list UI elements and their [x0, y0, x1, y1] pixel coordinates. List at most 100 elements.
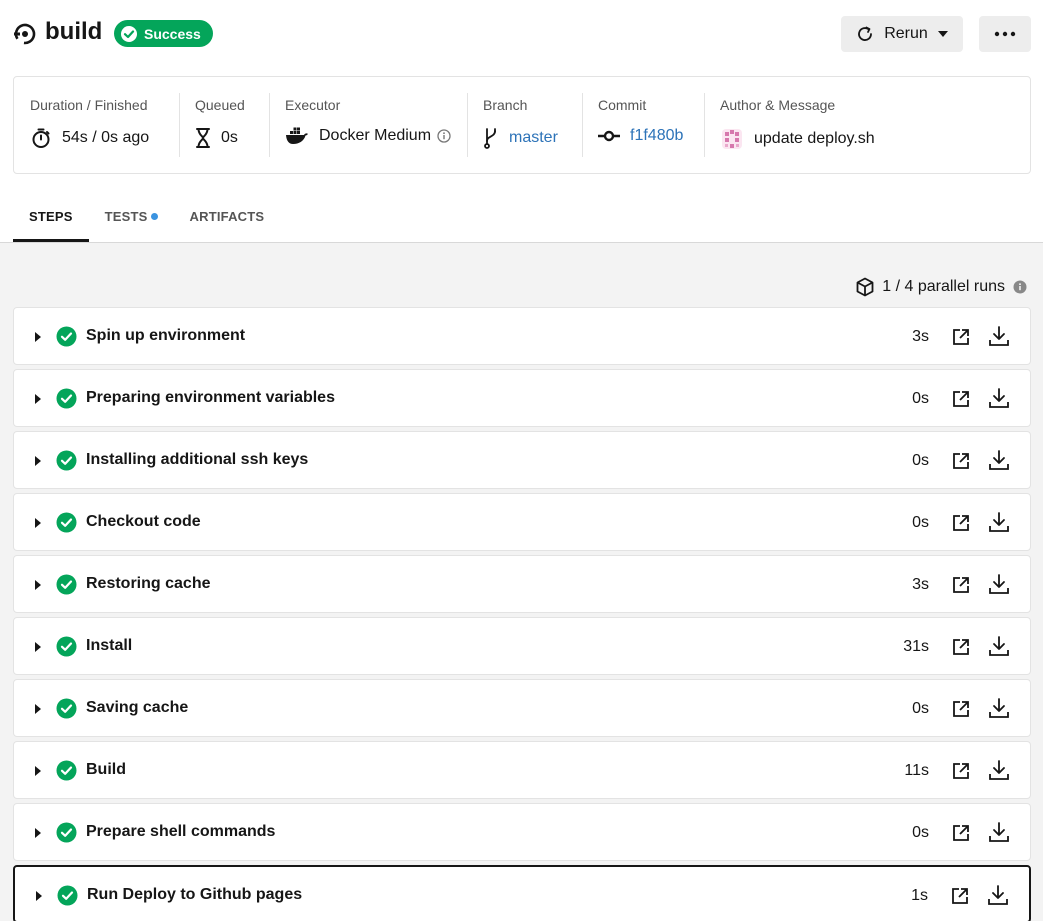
step-name: Install: [86, 637, 133, 654]
external-link-icon[interactable]: [951, 389, 971, 409]
page-title: build: [45, 18, 103, 45]
step-row[interactable]: Installing additional ssh keys 0s: [13, 431, 1031, 489]
external-link-icon[interactable]: [951, 327, 971, 347]
step-name: Saving cache: [86, 699, 189, 716]
executor-label: Executor: [285, 97, 341, 113]
info-icon[interactable]: [437, 129, 451, 143]
more-actions-button[interactable]: [979, 16, 1031, 52]
step-row[interactable]: Prepare shell commands 0s: [13, 803, 1031, 861]
external-link-icon[interactable]: [951, 637, 971, 657]
check-circle-icon: [121, 25, 137, 42]
queued-value: 0s: [195, 127, 253, 149]
external-link-icon[interactable]: [951, 513, 971, 533]
step-duration: 0s: [912, 700, 929, 717]
step-row[interactable]: Preparing environment variables 0s: [13, 369, 1031, 427]
avatar-icon: [722, 129, 742, 149]
rerun-button[interactable]: Rerun: [841, 16, 963, 52]
step-name: Run Deploy to Github pages: [87, 886, 303, 903]
step-duration: 0s: [912, 390, 929, 407]
download-icon[interactable]: [988, 821, 1010, 843]
caret-right-icon: [36, 891, 42, 901]
step-row[interactable]: Checkout code 0s: [13, 493, 1031, 551]
download-icon[interactable]: [988, 325, 1010, 347]
tab-steps[interactable]: STEPS: [13, 190, 89, 242]
check-circle-icon: [56, 326, 77, 347]
caret-right-icon: [35, 766, 41, 776]
check-circle-icon: [56, 512, 77, 533]
external-link-icon[interactable]: [951, 451, 971, 471]
external-link-icon[interactable]: [951, 761, 971, 781]
step-duration: 31s: [903, 638, 929, 655]
executor-section: Executor Docker Medium: [269, 77, 467, 173]
caret-right-icon: [35, 704, 41, 714]
step-name: Checkout code: [86, 513, 201, 530]
tab-artifacts[interactable]: ARTIFACTS: [174, 190, 281, 242]
steps-panel: 1 / 4 parallel runs Spin up environment …: [0, 243, 1043, 921]
tests-indicator-dot: [150, 212, 158, 220]
check-circle-icon: [56, 760, 77, 781]
branch-section: Branch master: [467, 77, 582, 173]
info-icon[interactable]: [1013, 280, 1027, 294]
circleci-logo-icon: [14, 23, 36, 45]
duration-value: 54s / 0s ago: [30, 127, 163, 149]
git-commit-icon: [598, 130, 620, 142]
check-circle-icon: [56, 450, 77, 471]
external-link-icon[interactable]: [950, 886, 970, 906]
external-link-icon[interactable]: [951, 699, 971, 719]
status-badge: Success: [114, 20, 213, 47]
step-duration: 0s: [912, 514, 929, 531]
caret-right-icon: [35, 332, 41, 342]
caret-right-icon: [35, 642, 41, 652]
download-icon[interactable]: [988, 697, 1010, 719]
job-header: build Success Rerun: [0, 0, 1043, 68]
queued-label: Queued: [195, 97, 245, 113]
step-row[interactable]: Saving cache 0s: [13, 679, 1031, 737]
docker-icon: [286, 127, 308, 144]
step-row[interactable]: Spin up environment 3s: [13, 307, 1031, 365]
download-icon[interactable]: [988, 387, 1010, 409]
download-icon[interactable]: [988, 635, 1010, 657]
parallel-runs-label: 1 / 4 parallel runs: [882, 278, 1005, 295]
step-row[interactable]: Restoring cache 3s: [13, 555, 1031, 613]
parallel-runs-selector[interactable]: 1 / 4 parallel runs: [856, 277, 1027, 297]
executor-text: Docker Medium: [319, 127, 432, 144]
hourglass-icon: [196, 128, 210, 148]
external-link-icon[interactable]: [951, 823, 971, 843]
step-row[interactable]: Build 11s: [13, 741, 1031, 799]
more-horizontal-icon: [994, 31, 1016, 37]
branch-link[interactable]: master: [509, 129, 558, 147]
check-circle-icon: [56, 822, 77, 843]
step-row[interactable]: Run Deploy to Github pages 1s: [13, 865, 1031, 921]
step-name: Preparing environment variables: [86, 389, 335, 406]
stopwatch-icon: [32, 128, 50, 148]
caret-right-icon: [35, 828, 41, 838]
commit-value: f1f480b: [598, 127, 688, 145]
commit-message: update deploy.sh: [754, 130, 875, 147]
step-duration: 11s: [904, 762, 929, 779]
tab-tests[interactable]: TESTS: [89, 190, 174, 242]
status-badge-label: Success: [144, 25, 201, 42]
step-duration: 0s: [912, 824, 929, 841]
duration-section: Duration / Finished 54s / 0s ago: [14, 77, 179, 173]
queued-text: 0s: [221, 129, 238, 146]
caret-right-icon: [35, 518, 41, 528]
commit-link[interactable]: f1f480b: [630, 127, 683, 145]
external-link-icon[interactable]: [951, 575, 971, 595]
job-info-panel: Duration / Finished 54s / 0s ago Queued …: [13, 76, 1031, 174]
check-circle-icon: [56, 698, 77, 719]
commit-label: Commit: [598, 97, 647, 113]
queued-section: Queued 0s: [179, 77, 269, 173]
download-icon[interactable]: [987, 884, 1009, 906]
download-icon[interactable]: [988, 511, 1010, 533]
git-branch-icon: [484, 128, 496, 149]
download-icon[interactable]: [988, 759, 1010, 781]
step-row[interactable]: Install 31s: [13, 617, 1031, 675]
caret-right-icon: [35, 580, 41, 590]
download-icon[interactable]: [988, 573, 1010, 595]
step-name: Installing additional ssh keys: [86, 451, 309, 468]
author-section: Author & Message update deploy.sh: [704, 77, 904, 173]
caret-right-icon: [35, 456, 41, 466]
duration-label: Duration / Finished: [30, 97, 148, 113]
download-icon[interactable]: [988, 449, 1010, 471]
duration-text: 54s / 0s ago: [62, 129, 150, 146]
